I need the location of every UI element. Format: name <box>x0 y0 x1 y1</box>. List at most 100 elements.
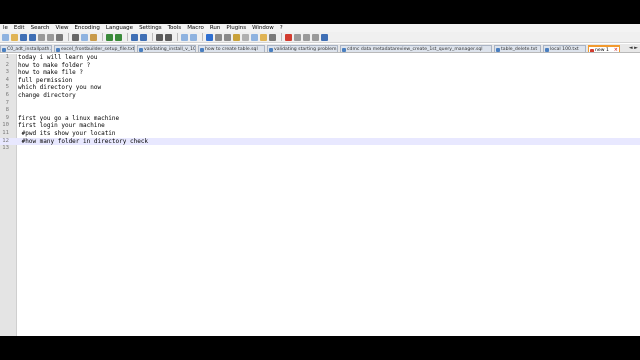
editor-line[interactable]: 10 first login your machine <box>0 122 640 130</box>
tab-bar: ◄ ► C0_adt_installpath.txt excel_frontbui… <box>0 44 640 53</box>
zoom-out-icon[interactable] <box>165 33 172 41</box>
line-number: 10 <box>2 122 9 129</box>
notepad-window: le Edit Search View Encoding Language Settings… <box>0 24 640 336</box>
line-number: 6 <box>5 92 9 98</box>
line-number: 7 <box>5 99 9 106</box>
tab-label: new 1 <box>595 48 609 53</box>
toolbar-separator <box>202 33 203 41</box>
close-icon[interactable] <box>38 33 45 41</box>
tab-6[interactable]: cdmc data metadatareview_create_1st_quer… <box>340 45 492 52</box>
menu-item-view[interactable]: View <box>52 24 71 32</box>
editor-line[interactable]: 8 <box>0 107 640 115</box>
print-icon[interactable] <box>56 33 63 41</box>
line-number: 13 <box>2 145 9 152</box>
doc-map-icon[interactable] <box>242 33 249 41</box>
menu-item-plugins[interactable]: Plugins <box>223 24 249 32</box>
tab-5[interactable]: validating starting problem.txt <box>267 45 338 52</box>
copy-icon[interactable] <box>81 33 88 41</box>
menu-bar: le Edit Search View Encoding Language Settings… <box>0 24 640 32</box>
tab-close-icon[interactable]: × <box>614 47 618 52</box>
function-list-icon[interactable] <box>251 33 258 41</box>
run-macro-multiple-icon[interactable] <box>312 33 319 41</box>
word-wrap-icon[interactable] <box>206 33 213 41</box>
editor-line[interactable]: 5 which directory you now <box>0 84 640 92</box>
menu-item-macro[interactable]: Macro <box>184 24 207 32</box>
new-file-icon[interactable] <box>2 33 9 41</box>
editor-line[interactable]: 2 how to make folder ? <box>0 62 640 70</box>
line-number: 3 <box>5 69 9 76</box>
line-number: 4 <box>5 76 9 83</box>
tab-label: cdmc data metadatareview_create_1st_quer… <box>347 47 483 52</box>
play-macro-icon[interactable] <box>303 33 310 41</box>
line-text: #how many folder in directory check <box>18 137 149 145</box>
find-icon[interactable] <box>131 33 138 41</box>
menu-item-edit[interactable]: Edit <box>11 24 28 32</box>
replace-icon[interactable] <box>140 33 147 41</box>
menu-item-search[interactable]: Search <box>28 24 53 32</box>
line-text: today i will learn you <box>18 54 98 61</box>
undo-icon[interactable] <box>106 33 113 41</box>
save-all-icon[interactable] <box>29 33 36 41</box>
tab-3[interactable]: validating_install_v_10.txt <box>137 45 196 52</box>
close-all-icon[interactable] <box>47 33 54 41</box>
tab-label: C0_adt_installpath.txt <box>7 47 51 52</box>
tab-scroll-arrows[interactable]: ◄ ► <box>629 44 638 52</box>
line-text: how to make folder ? <box>18 61 91 69</box>
menu-item-encoding[interactable]: Encoding <box>72 24 103 32</box>
zoom-in-icon[interactable] <box>156 33 163 41</box>
sync-h-icon[interactable] <box>190 33 197 41</box>
cut-icon[interactable] <box>72 33 79 41</box>
tab-2[interactable]: excel_frontbuilder_setup_file.txt <box>54 45 135 52</box>
tab-9[interactable]: new 1 × <box>588 45 620 53</box>
menu-item-help[interactable]: ? <box>277 24 286 32</box>
open-file-icon[interactable] <box>11 33 18 41</box>
editor-line[interactable]: 13 <box>0 145 640 153</box>
line-text: change directory <box>18 92 76 99</box>
line-text: full permission <box>18 76 73 84</box>
udl-icon[interactable] <box>233 33 240 41</box>
editor-line[interactable]: 4 full permission <box>0 77 640 85</box>
editor-line[interactable]: 11 #pwd its show your locatin <box>0 130 640 138</box>
editor-line[interactable]: 12 #how many folder in directory check <box>0 137 640 146</box>
tab-8[interactable]: local 100.txt <box>543 45 586 52</box>
editor-line[interactable]: 7 <box>0 100 640 108</box>
menu-item-language[interactable]: Language <box>103 24 136 32</box>
save-icon[interactable] <box>20 33 27 41</box>
editor-line[interactable]: 3 how to make file ? <box>0 69 640 77</box>
editor-line[interactable]: 9 first you go a linux machine <box>0 115 640 123</box>
saved-file-icon <box>2 47 6 52</box>
line-number: 11 <box>2 130 9 136</box>
tab-4[interactable]: how to create table.sql <box>198 45 265 52</box>
tab-7[interactable]: table_delete.txt <box>494 45 541 52</box>
editor-line[interactable]: 1 today i will learn you <box>0 54 640 62</box>
indent-guide-icon[interactable] <box>224 33 231 41</box>
sync-v-icon[interactable] <box>181 33 188 41</box>
tab-label: validating_install_v_10.txt <box>144 47 196 52</box>
menu-item-window[interactable]: Window <box>249 24 277 32</box>
line-number: 12 <box>2 137 9 144</box>
menu-item-le[interactable]: le <box>0 24 11 32</box>
redo-icon[interactable] <box>115 33 122 41</box>
saved-file-icon <box>56 47 60 52</box>
toolbar-separator <box>177 33 178 41</box>
menu-item-run[interactable]: Run <box>207 24 224 32</box>
menu-item-settings[interactable]: Settings <box>136 24 165 32</box>
stop-macro-icon[interactable] <box>294 33 301 41</box>
tab-1[interactable]: C0_adt_installpath.txt <box>0 45 52 52</box>
saved-file-icon <box>200 47 204 52</box>
editor-line[interactable]: 6 change directory <box>0 92 640 100</box>
line-text: how to make file ? <box>18 69 84 77</box>
show-all-chars-icon[interactable] <box>215 33 222 41</box>
line-number: 8 <box>5 107 9 114</box>
editor[interactable]: 1 today i will learn you 2 how to make fold… <box>0 54 640 336</box>
folder-workspace-icon[interactable] <box>260 33 267 41</box>
menu-item-tools[interactable]: Tools <box>165 24 185 32</box>
toolbar-separator <box>68 33 69 41</box>
tab-label: excel_frontbuilder_setup_file.txt <box>61 47 135 52</box>
save-macro-icon[interactable] <box>321 33 328 41</box>
monitoring-icon[interactable] <box>269 33 276 41</box>
paste-icon[interactable] <box>90 33 97 41</box>
line-text: first you go a linux machine <box>18 114 120 122</box>
tab-label: validating starting problem.txt <box>274 47 338 52</box>
record-macro-icon[interactable] <box>285 33 292 41</box>
